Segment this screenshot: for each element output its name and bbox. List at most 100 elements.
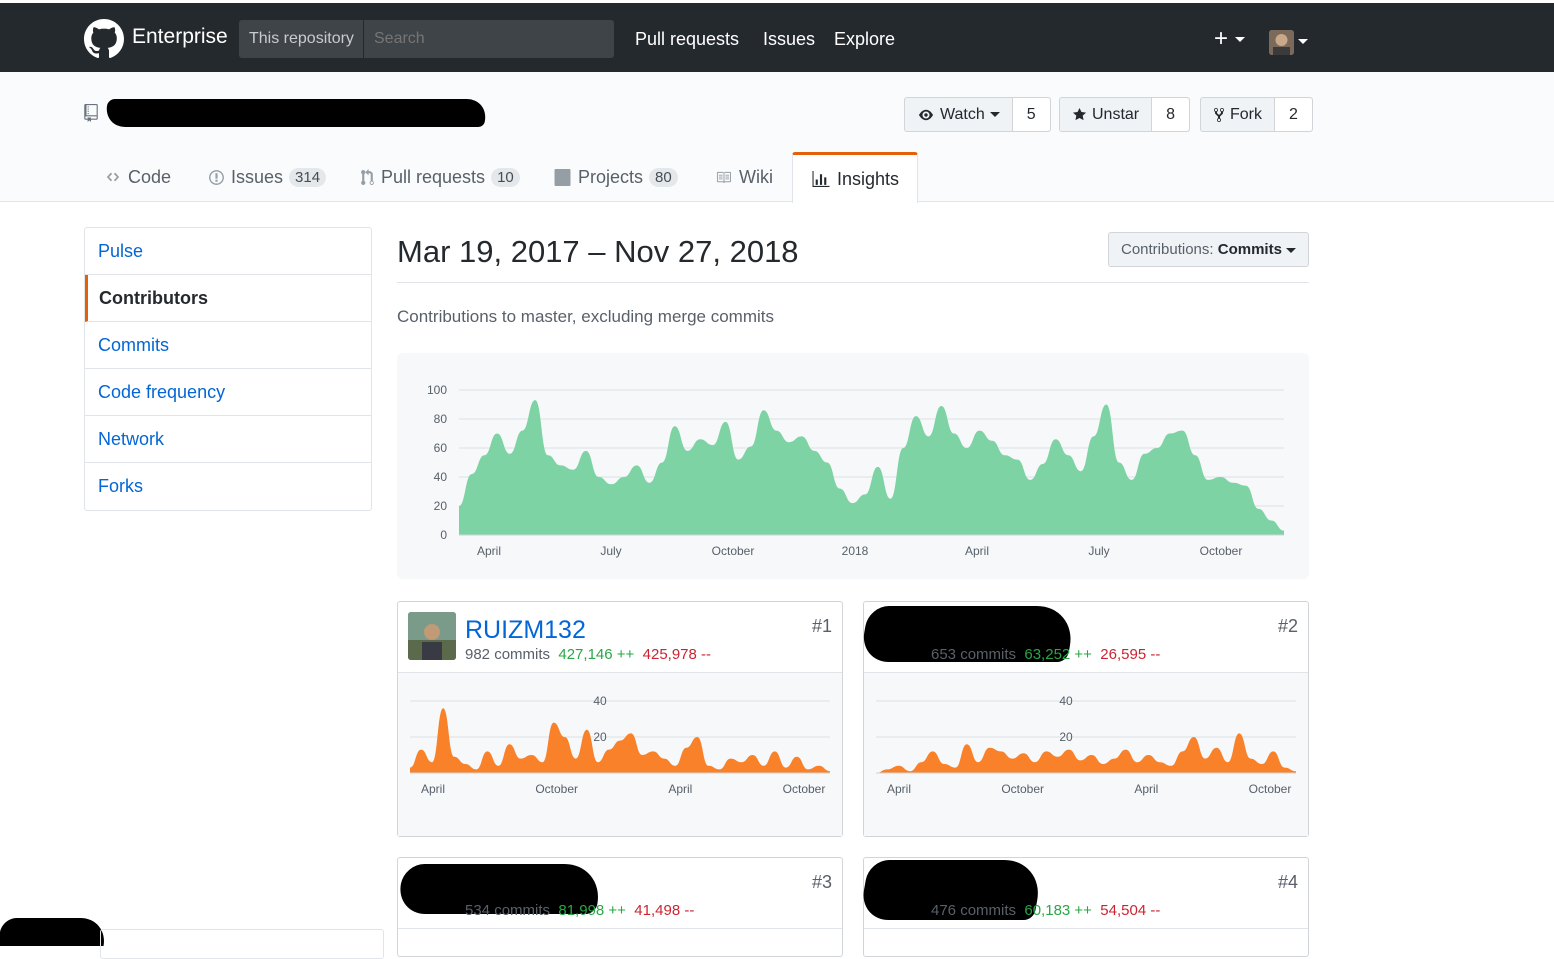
plus-icon: + [1214, 25, 1229, 52]
main-y-tick-label: 0 [440, 528, 447, 542]
tab-pull-requests-label: Pull requests [381, 166, 486, 187]
main-y-tick-label: 60 [434, 441, 448, 455]
avatar[interactable] [408, 612, 456, 660]
contributor-stats: 653 commits 63,252 ++ 26,595 -- [931, 646, 1160, 663]
chart-subtitle: Contributions to master, excluding merge… [397, 307, 774, 326]
tab-insights-label: Insights [837, 168, 900, 189]
date-range-title: Mar 19, 2017 – Nov 27, 2018 [397, 234, 799, 269]
fork-count[interactable]: 2 [1275, 98, 1312, 131]
github-logo-icon[interactable] [84, 19, 124, 59]
sidebar-item-forks[interactable]: Forks [85, 463, 371, 510]
main-chart-svg: 0 20 40 60 80 100 April July October 2018 April Jul… [427, 383, 1284, 558]
chevron-down-icon [1286, 247, 1297, 253]
contributor-card: RUIZM132 982 commits 427,146 ++ 425,978 … [397, 601, 843, 837]
fork-icon [1214, 107, 1224, 122]
tab-code[interactable]: Code [104, 152, 171, 202]
additions: 427,146 ++ [558, 646, 635, 663]
watch-count[interactable]: 5 [1012, 98, 1050, 131]
unstar-button[interactable]: Unstar [1060, 98, 1153, 131]
nav-explore[interactable]: Explore [834, 29, 895, 50]
contributor-card: 476 commits 60,183 ++ 54,504 -- #4 [858, 857, 1309, 957]
main-y-tick-label: 100 [427, 383, 447, 397]
sidebar-item-contributors[interactable]: Contributors [85, 275, 371, 322]
commit-count[interactable]: 476 commits [931, 902, 1016, 919]
card-header: 476 commits 60,183 ++ 54,504 -- #4 [858, 858, 1308, 929]
fork-button[interactable]: Fork [1201, 98, 1275, 131]
contributor-area-series [876, 733, 1296, 773]
contributor-chart[interactable]: 20 40 April October April October [398, 673, 842, 836]
contributor-rank: #3 [811, 872, 832, 892]
main-contributions-chart[interactable]: 0 20 40 60 80 100 April July October 2018 April Jul… [397, 353, 1309, 579]
header-bar: Enterprise This repository Pull requests… [0, 0, 1554, 72]
commit-count[interactable]: 982 commits [465, 646, 550, 663]
deletions: 41,498 -- [634, 902, 695, 919]
user-menu-chevron-icon[interactable] [1298, 39, 1308, 44]
search-input[interactable] [364, 20, 614, 58]
commit-count[interactable]: 653 commits [931, 646, 1016, 663]
sidebar-item-commits[interactable]: Commits [85, 322, 371, 369]
commit-count[interactable]: 534 commits [465, 902, 550, 919]
redacted-blob [0, 918, 109, 946]
tab-insights[interactable]: Insights [792, 152, 919, 203]
tab-issues-label: Issues [231, 166, 284, 187]
main-x-tick-label: April [965, 544, 989, 558]
nav-issues[interactable]: Issues [763, 29, 815, 50]
contributor-card: 653 commits 63,252 ++ 26,595 -- #2 20 40 A… [859, 601, 1309, 837]
code-icon [106, 172, 120, 182]
tab-projects-label: Projects [578, 166, 644, 187]
tab-pull-requests[interactable]: Pull requests 10 [360, 152, 520, 202]
insights-sidebar: Pulse Contributors Commits Code frequenc… [84, 227, 372, 511]
sidebar-item-network[interactable]: Network [85, 416, 371, 463]
star-count[interactable]: 8 [1152, 98, 1190, 131]
contributor-stats: 534 commits 81,998 ++ 41,498 -- [465, 902, 694, 919]
contributor-x-tick-label: April [668, 782, 692, 796]
main-x-tick-label: April [477, 544, 501, 558]
additions: 60,183 ++ [1024, 902, 1092, 919]
card-header: 653 commits 63,252 ++ 26,595 -- #2 [859, 602, 1308, 673]
contributor-card: 534 commits 81,998 ++ 41,498 -- #3 [395, 857, 843, 957]
main-y-tick-label: 40 [434, 470, 448, 484]
contributor-chart[interactable]: 20 40 April October April October [864, 673, 1308, 836]
watch-button-group: Watch 5 [904, 97, 1051, 132]
contributor-name[interactable]: RUIZM132 [465, 616, 586, 645]
contributor-y-tick-label: 40 [1059, 694, 1073, 708]
fork-label: Fork [1230, 105, 1262, 123]
contributions-type-select[interactable]: Contributions: Commits [1108, 232, 1309, 267]
main-y-tick-label: 80 [434, 412, 448, 426]
partial-box [100, 929, 384, 959]
contributions-prefix: Contributions: [1121, 241, 1214, 258]
fork-button-group: Fork 2 [1200, 97, 1313, 132]
redacted-repo-name [104, 99, 488, 127]
enterprise-brand[interactable]: Enterprise [132, 25, 228, 49]
contributor-stats: 476 commits 60,183 ++ 54,504 -- [931, 902, 1160, 919]
create-new-button[interactable]: + [1214, 27, 1245, 51]
star-icon [1072, 107, 1087, 121]
main-y-tick-label: 20 [434, 499, 448, 513]
watch-button[interactable]: Watch [905, 98, 1013, 131]
graph-icon [812, 170, 830, 187]
watch-label: Watch [940, 105, 985, 123]
avatar-image [408, 612, 456, 660]
sidebar-item-code-frequency[interactable]: Code frequency [85, 369, 371, 416]
search-scope-label: This repository [239, 20, 364, 58]
tab-projects[interactable]: Projects 80 [553, 152, 678, 202]
tab-issues[interactable]: Issues 314 [208, 152, 327, 202]
contributor-x-tick-label: April [1134, 782, 1158, 796]
main-x-tick-label: July [1088, 544, 1109, 558]
card-header: 534 commits 81,998 ++ 41,498 -- #3 [395, 858, 842, 929]
nav-pull-requests[interactable]: Pull requests [635, 29, 739, 50]
contributor-x-tick-label: October [1001, 782, 1044, 796]
user-avatar[interactable] [1269, 30, 1294, 55]
contributor-x-tick-label: October [1249, 782, 1292, 796]
wiki-icon [716, 171, 731, 183]
eye-icon [919, 109, 933, 120]
contributor-y-tick-label: 20 [1059, 730, 1073, 744]
deletions: 425,978 -- [642, 646, 712, 663]
sidebar-item-pulse[interactable]: Pulse [85, 228, 371, 275]
tab-wiki[interactable]: Wiki [714, 152, 773, 202]
chevron-down-icon [1234, 37, 1245, 43]
main-x-tick-label: October [1200, 544, 1243, 558]
project-icon [554, 168, 571, 186]
issues-count-badge: 314 [289, 167, 327, 187]
deletions: 26,595 -- [1100, 646, 1161, 663]
